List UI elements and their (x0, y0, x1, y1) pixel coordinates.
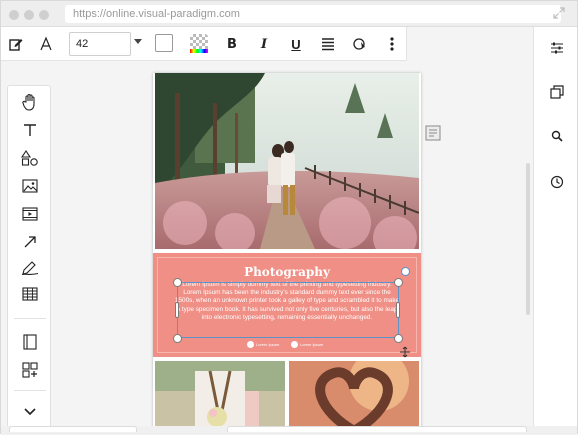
window-close-dot[interactable] (9, 10, 19, 20)
couple-forest-photo[interactable] (155, 73, 419, 249)
settings-sliders-icon[interactable] (550, 41, 564, 55)
resize-handle-left[interactable] (175, 302, 179, 318)
bold-button[interactable]: B (223, 35, 241, 53)
social-link-instagram[interactable]: Lorem Ipsum (291, 340, 323, 348)
window-minimize-dot[interactable] (24, 10, 34, 20)
resize-handle-top-right[interactable] (394, 278, 403, 287)
resize-handle-right[interactable] (396, 302, 400, 318)
add-widget-icon[interactable] (20, 360, 40, 380)
resize-handle-top-left[interactable] (173, 278, 182, 287)
bouquet-couple-photo[interactable] (155, 361, 285, 435)
search-icon[interactable] (550, 129, 564, 143)
tool-separator (14, 390, 46, 391)
color-palette-bar (190, 49, 208, 53)
social-label: Lorem Ipsum (256, 341, 280, 347)
video-tool-icon[interactable] (20, 204, 40, 224)
instagram-icon (291, 340, 298, 348)
move-handle-icon[interactable] (399, 345, 411, 358)
copy-layers-icon[interactable] (550, 85, 564, 99)
pen-tool-icon[interactable] (20, 258, 40, 278)
url-bar[interactable]: https://online.visual-paradigm.com (65, 5, 561, 23)
bottom-photo-row (155, 361, 419, 435)
underline-button[interactable]: U (287, 35, 305, 53)
history-icon[interactable] (550, 175, 564, 189)
editor-app: 42 B I U Photography Lorem Ipsum is simp… (1, 27, 577, 435)
shapes-tool-icon[interactable] (20, 148, 40, 168)
align-justify-icon[interactable] (319, 35, 337, 53)
document-page[interactable]: Photography Lorem Ipsum is simply dummy … (153, 73, 421, 435)
italic-button[interactable]: I (255, 35, 273, 53)
pencil-edit-icon[interactable] (7, 35, 25, 53)
social-label: Lorem Ipsum (300, 341, 324, 347)
chevron-down-icon[interactable] (20, 402, 40, 422)
tool-separator (14, 318, 46, 319)
section-heading[interactable]: Photography (153, 265, 421, 279)
rotate-handle[interactable] (401, 267, 410, 276)
resize-handle-bottom-right[interactable] (394, 334, 403, 343)
facebook-icon (247, 340, 254, 348)
vertical-scrollbar[interactable] (526, 163, 530, 315)
text-color-swatch[interactable] (155, 34, 173, 52)
image-tool-icon[interactable] (20, 176, 40, 196)
lorem-paragraph[interactable]: Lorem Ipsum is simply dummy text of the … (173, 281, 401, 322)
text-tool-icon[interactable] (20, 120, 40, 140)
pages-panel-icon[interactable] (20, 332, 40, 352)
browser-titlebar: https://online.visual-paradigm.com (1, 1, 577, 27)
design-canvas[interactable]: Photography Lorem Ipsum is simply dummy … (57, 61, 531, 435)
expand-icon[interactable] (553, 7, 565, 19)
page-notes-icon[interactable] (425, 125, 441, 141)
font-size-input[interactable]: 42 (69, 32, 131, 56)
heart-hands-photo[interactable] (289, 361, 419, 435)
text-effects-icon[interactable] (351, 35, 369, 53)
photography-text-block: Photography Lorem Ipsum is simply dummy … (153, 253, 421, 357)
more-vertical-icon[interactable] (383, 35, 401, 53)
left-tool-panel (7, 85, 51, 429)
hand-tool-icon[interactable] (20, 92, 40, 112)
social-link-facebook[interactable]: Lorem Ipsum (247, 340, 279, 348)
arrow-tool-icon[interactable] (20, 232, 40, 252)
window-maximize-dot[interactable] (39, 10, 49, 20)
font-size-dropdown-icon[interactable] (134, 39, 142, 44)
browser-window: https://online.visual-paradigm.com 42 B … (0, 0, 578, 435)
resize-handle-bottom-left[interactable] (173, 334, 182, 343)
table-tool-icon[interactable] (20, 284, 40, 304)
text-toolbar: 42 B I U (1, 27, 407, 61)
font-a-icon[interactable] (37, 35, 55, 53)
bottom-tab-center[interactable] (227, 426, 527, 432)
right-side-panel (533, 27, 577, 435)
bottom-tab-left[interactable] (9, 426, 137, 432)
